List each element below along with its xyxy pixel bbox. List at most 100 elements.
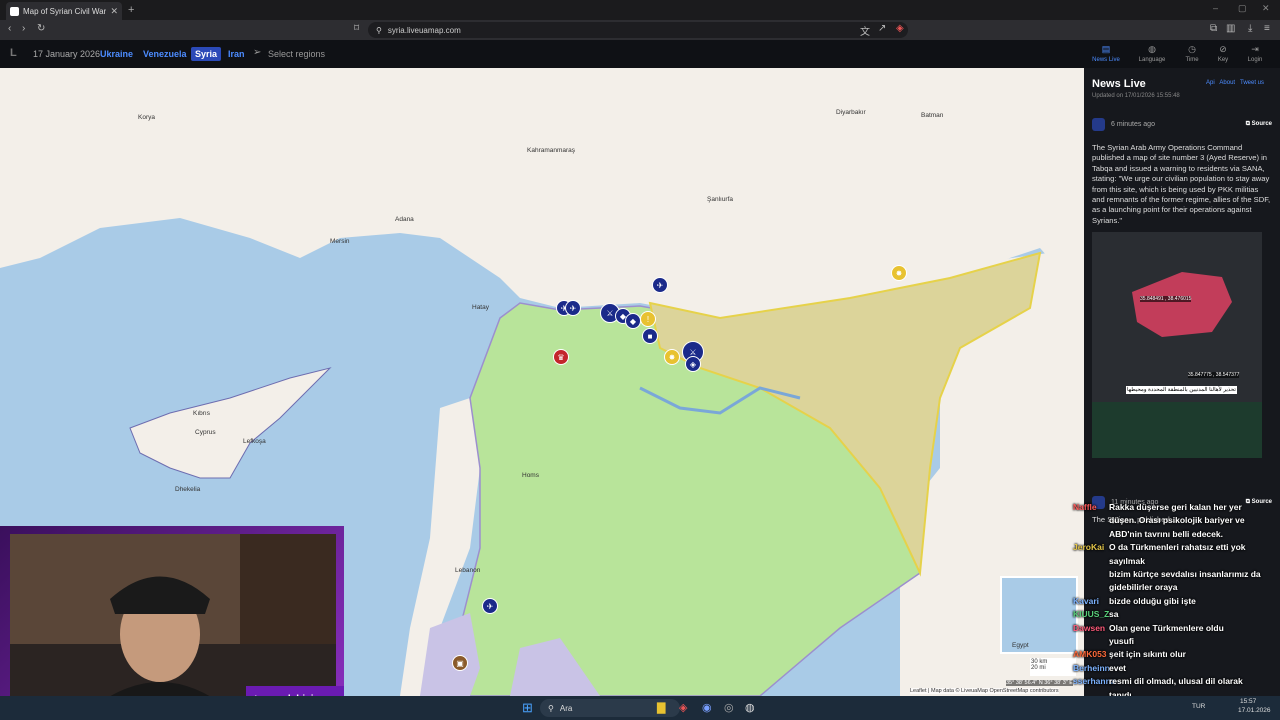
map-label-lefkosa: Lefkoşa bbox=[243, 438, 266, 445]
menu-icon[interactable]: ≡ bbox=[1264, 23, 1270, 34]
chat-message: Dawsen Olan gene Türkmenlere oldu bbox=[1073, 623, 1224, 633]
source-link[interactable]: ⧉ Source bbox=[1246, 499, 1272, 506]
chat-message: Berheinnevet bbox=[1073, 663, 1126, 673]
nav-login[interactable]: ⇥ Login bbox=[1240, 44, 1270, 63]
region-venezuela[interactable]: Venezuela bbox=[143, 49, 187, 59]
steam-icon[interactable]: ◎ bbox=[724, 701, 734, 714]
marker-truck-icon[interactable]: ■ bbox=[642, 328, 658, 344]
map-label-lebanon: Lebanon bbox=[455, 567, 481, 574]
marker-crown-icon[interactable]: ♛ bbox=[553, 349, 569, 365]
map-label-adana: Adana bbox=[395, 216, 414, 223]
marker-warning-icon[interactable]: ! bbox=[640, 311, 656, 327]
taskbar: ⊞ ⚲ Ara ▇ ◈ ◉ ◎ ◍ TUR 15:57 17.01.2026 bbox=[0, 696, 1280, 720]
marker-plane-icon[interactable]: ✈ bbox=[652, 277, 668, 293]
marker-plane-icon[interactable]: ✈ bbox=[482, 598, 498, 614]
news-title: News Live bbox=[1092, 78, 1146, 90]
language-indicator[interactable]: TUR bbox=[1192, 703, 1205, 710]
marker-brown-icon[interactable]: ▣ bbox=[452, 655, 468, 671]
source-avatar bbox=[1092, 118, 1105, 131]
chat-text: bizde olduğu gibi işte bbox=[1109, 595, 1196, 606]
image-caption: تحذير لأهالنا المدنيين بالمنطقة المحددة … bbox=[1126, 386, 1237, 395]
tweet-us-link[interactable]: Tweet us bbox=[1240, 80, 1264, 86]
chat-message: düşen. Orası psikolojik bariyer ve bbox=[1073, 515, 1245, 525]
chat-username: KIUUS_Z bbox=[1073, 609, 1110, 620]
bookmark-icon[interactable]: ⌑ bbox=[354, 23, 359, 34]
windows-start-icon[interactable]: ⊞ bbox=[522, 700, 533, 716]
turkey-land bbox=[0, 68, 1084, 318]
map-label-mersin: Mersin bbox=[330, 238, 350, 245]
map-label-kahramanmaras: Kahramanmaraş bbox=[527, 147, 576, 154]
maximize-icon[interactable]: ▢ bbox=[1238, 3, 1247, 14]
download-icon[interactable]: ⤓ bbox=[1248, 23, 1252, 34]
reload-icon[interactable]: ↻ bbox=[37, 23, 45, 34]
chat-text: resmi dil olmadı, ulusal dil olarak bbox=[1109, 676, 1243, 687]
url-text: syria.liveuamap.com bbox=[387, 25, 461, 35]
map-label-dekelia: Dhekelia bbox=[175, 486, 201, 493]
brave-shield-icon[interactable]: ◈ bbox=[896, 23, 904, 34]
chat-text: sa bbox=[1109, 609, 1119, 620]
browser-tab-bar: Map of Syrian Civil War - Syria n ✕ + – … bbox=[0, 0, 1280, 20]
extensions-icon[interactable]: ⧉ bbox=[1210, 23, 1217, 34]
back-icon[interactable]: ‹ bbox=[8, 23, 11, 34]
marker-explosion-icon[interactable]: ✸ bbox=[664, 349, 680, 365]
close-tab-icon[interactable]: ✕ bbox=[110, 6, 118, 17]
obs-icon[interactable]: ◍ bbox=[745, 701, 755, 714]
map-label-batman: Batman bbox=[921, 112, 944, 119]
marker-explosion-icon[interactable]: ✸ bbox=[891, 265, 907, 281]
clock-time[interactable]: 15:57 bbox=[1240, 698, 1256, 705]
chat-username: Naffle bbox=[1073, 502, 1097, 512]
date-label[interactable]: 17 January 2026 bbox=[33, 49, 100, 59]
chat-text: evet bbox=[1109, 662, 1127, 673]
nav-time[interactable]: ◷ Time bbox=[1177, 44, 1207, 63]
file-explorer-icon[interactable]: ▇ bbox=[657, 701, 665, 714]
minimize-icon[interactable]: – bbox=[1213, 3, 1218, 13]
site-info-icon[interactable]: ⚲ bbox=[376, 26, 382, 35]
translate-icon[interactable]: 文 bbox=[860, 23, 870, 38]
tab-title: Map of Syrian Civil War - Syria n bbox=[23, 6, 107, 16]
clock-date[interactable]: 17.01.2026 bbox=[1238, 707, 1271, 714]
chat-text: gidebilirler oraya bbox=[1109, 582, 1178, 593]
api-link[interactable]: Api bbox=[1206, 80, 1215, 86]
chat-username: Kavari bbox=[1073, 595, 1099, 606]
marker-tank-icon[interactable]: ◆ bbox=[625, 313, 641, 329]
marker-drone-icon[interactable]: ◈ bbox=[685, 356, 701, 372]
chat-text: yusufi bbox=[1109, 636, 1135, 646]
news-item[interactable]: 6 minutes ago ⧉ Source The Syrian Arab A… bbox=[1092, 118, 1272, 459]
region-ukraine[interactable]: Ukraine bbox=[100, 49, 133, 59]
chat-message: yusufi bbox=[1073, 636, 1134, 646]
nav-news-live[interactable]: ▤ News Live bbox=[1091, 44, 1121, 63]
new-tab-icon[interactable]: + bbox=[128, 4, 134, 16]
minimap[interactable]: Egypt bbox=[1000, 576, 1078, 654]
map-label-cyprus: Cyprus bbox=[195, 429, 216, 436]
chat-text: Rakka düşerse geri kalan her yer bbox=[1109, 502, 1242, 512]
site-header: L 17 January 2026 Ukraine Venezuela Syri… bbox=[0, 40, 1280, 68]
region-syria[interactable]: Syria bbox=[191, 47, 222, 61]
chat-message: JeroKai O da Türkmenleri rahatsız etti yo… bbox=[1073, 542, 1246, 552]
map-label-homs: Homs bbox=[522, 472, 539, 479]
logo-icon[interactable]: L bbox=[10, 47, 17, 59]
chat-message: gidebilirler oraya bbox=[1073, 582, 1178, 592]
search-label: Ara bbox=[559, 703, 573, 713]
source-link[interactable]: ⧉ Source bbox=[1246, 121, 1272, 128]
close-window-icon[interactable]: ✕ bbox=[1262, 3, 1270, 14]
news-image[interactable]: 35.848491 , 38.476015 35.847775 , 38.547… bbox=[1092, 232, 1262, 459]
nav-key[interactable]: ⊘ Key bbox=[1208, 44, 1238, 63]
select-regions-button[interactable]: Select regions bbox=[268, 49, 325, 59]
cyprus-land bbox=[129, 367, 332, 479]
nav-language[interactable]: ◍ Language bbox=[1137, 44, 1167, 63]
chat-message: Kavari bizde olduğu gibi işte bbox=[1073, 596, 1196, 606]
region-iran[interactable]: Iran bbox=[228, 49, 245, 59]
map-attribution[interactable]: Leaflet | Map data © LiveuaMap OpenStree… bbox=[910, 688, 1059, 694]
chat-username: Dawsen bbox=[1073, 622, 1106, 633]
about-link[interactable]: About bbox=[1219, 80, 1235, 86]
discord-icon[interactable]: ◉ bbox=[702, 701, 712, 714]
sidebar-icon[interactable]: ▥ bbox=[1226, 23, 1235, 34]
browser-tab[interactable]: Map of Syrian Civil War - Syria n ✕ bbox=[6, 2, 122, 20]
chat-text: sayılmak bbox=[1109, 555, 1145, 566]
share-icon[interactable]: ↗ bbox=[878, 23, 886, 34]
address-bar[interactable]: ⚲ syria.liveuamap.com bbox=[368, 22, 908, 38]
brave-browser-icon[interactable]: ◈ bbox=[679, 701, 687, 714]
marker-plane-icon[interactable]: ✈ bbox=[565, 300, 581, 316]
clock-icon: ◷ bbox=[1188, 44, 1196, 54]
forward-icon[interactable]: › bbox=[22, 23, 25, 34]
